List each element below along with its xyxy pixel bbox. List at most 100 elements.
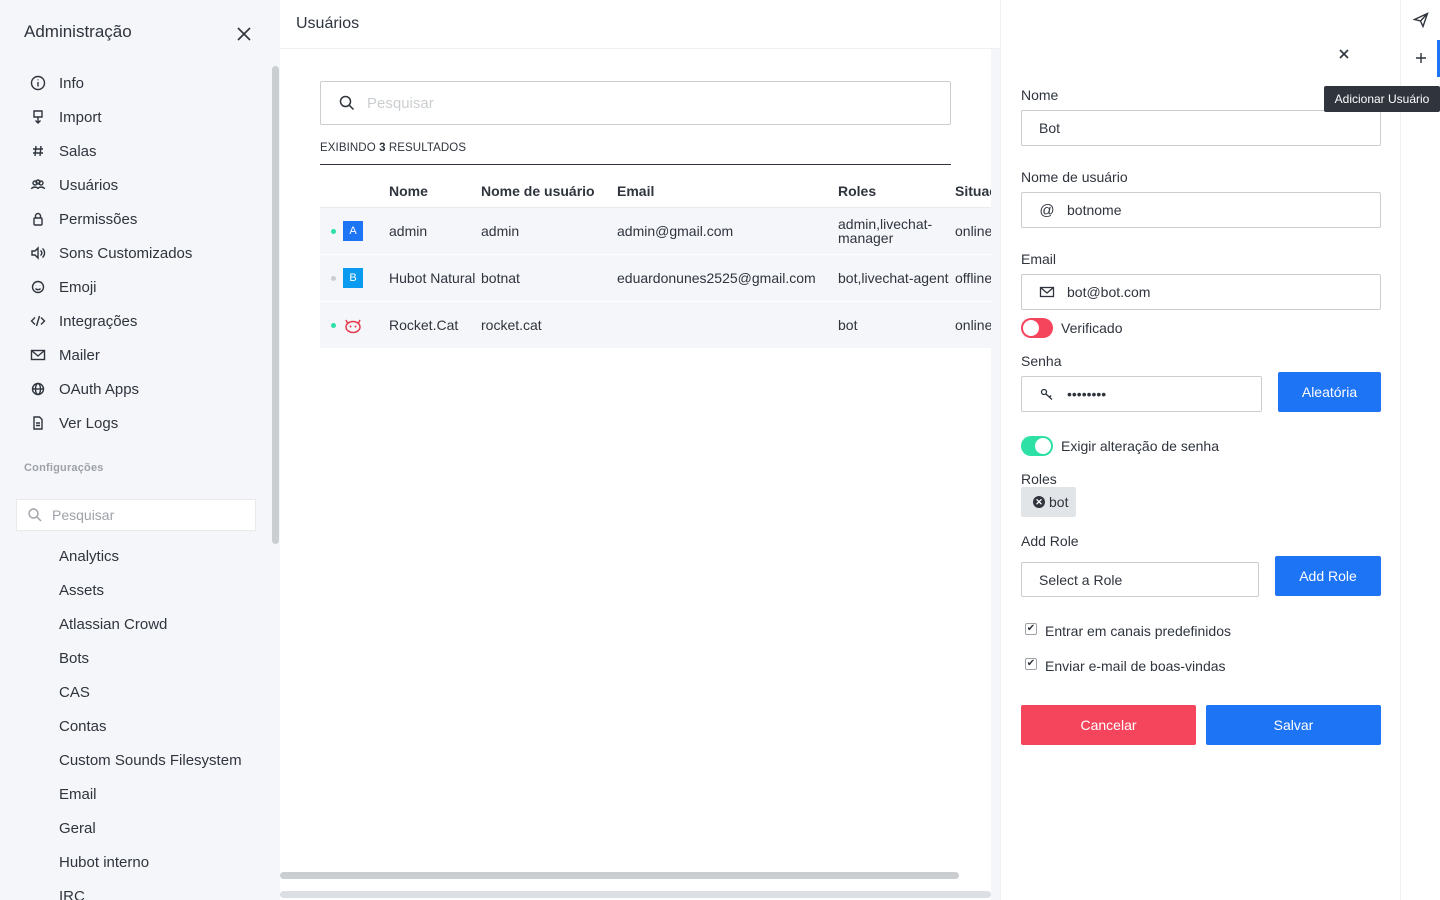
sidebar-item-emoji[interactable]: Emoji bbox=[0, 270, 270, 304]
settings-item[interactable]: Assets bbox=[0, 573, 270, 607]
table-vertical-scrollbar[interactable] bbox=[991, 49, 1000, 900]
sidebar-item-info[interactable]: Info bbox=[0, 66, 270, 100]
settings-item[interactable]: CAS bbox=[0, 675, 270, 709]
cancel-button[interactable]: Cancelar bbox=[1021, 705, 1196, 745]
user-avatar-cell bbox=[320, 315, 389, 335]
sidebar-scrollbar[interactable] bbox=[272, 66, 279, 544]
settings-item[interactable]: Hubot interno bbox=[0, 845, 270, 879]
settings-item[interactable]: Custom Sounds Filesystem bbox=[0, 743, 270, 777]
join-default-channels-checkbox[interactable]: ✔ bbox=[1025, 623, 1037, 635]
column-header[interactable]: Roles bbox=[838, 184, 955, 198]
sidebar-item-label: Usuários bbox=[59, 176, 119, 194]
role-chip[interactable]: ✕ bot bbox=[1021, 487, 1077, 517]
user-name: Hubot Natural bbox=[389, 270, 476, 286]
settings-item[interactable]: Contas bbox=[0, 709, 270, 743]
add-user-tooltip: Adicionar Usuário bbox=[1324, 86, 1440, 112]
sidebar-item-salas[interactable]: Salas bbox=[0, 134, 270, 168]
password-label: Senha bbox=[1021, 353, 1062, 369]
horizontal-scrollbar-track[interactable] bbox=[280, 891, 991, 898]
sidebar-item-label: Integrações bbox=[59, 312, 138, 330]
divider bbox=[320, 164, 951, 165]
avatar: B bbox=[343, 268, 363, 288]
user-username: botnat bbox=[481, 270, 520, 286]
sidebar-item-oauth[interactable]: OAuth Apps bbox=[0, 372, 270, 406]
users-main: Usuários EXIBINDO 3 RESULTADOS Nome Nome… bbox=[280, 0, 1000, 900]
table-row[interactable]: B Hubot Natural botnat eduardonunes2525@… bbox=[320, 255, 991, 302]
settings-item[interactable]: Bots bbox=[0, 641, 270, 675]
info-icon bbox=[28, 73, 48, 93]
settings-search[interactable] bbox=[16, 499, 256, 531]
add-role-label: Add Role bbox=[1021, 533, 1079, 549]
table-row[interactable]: Rocket.Cat rocket.cat bot online bbox=[320, 302, 991, 349]
password-field[interactable]: •••••••• bbox=[1021, 376, 1262, 412]
name-label: Nome bbox=[1021, 87, 1059, 103]
sidebar-item-mailer[interactable]: Mailer bbox=[0, 338, 270, 372]
send-icon[interactable] bbox=[1401, 1, 1440, 39]
require-password-change-toggle[interactable] bbox=[1021, 436, 1053, 456]
user-name: admin bbox=[389, 223, 428, 239]
save-button[interactable]: Salvar bbox=[1206, 705, 1381, 745]
settings-item[interactable]: Atlassian Crowd bbox=[0, 607, 270, 641]
right-toolbar bbox=[1400, 0, 1440, 900]
mail-icon bbox=[28, 345, 48, 365]
email-field[interactable]: bot@bot.com bbox=[1021, 274, 1381, 310]
user-username: rocket.cat bbox=[481, 317, 542, 333]
table-row[interactable]: A admin admin admin@gmail.com admin,live… bbox=[320, 208, 991, 255]
join-default-channels-label: Entrar em canais predefinidos bbox=[1045, 623, 1231, 639]
column-header[interactable]: Nome bbox=[389, 184, 481, 198]
add-user-panel: Nome Bot Nome de usuário @ botnome Email… bbox=[1000, 0, 1400, 900]
sidebar-item-integracoes[interactable]: Integrações bbox=[0, 304, 270, 338]
code-icon bbox=[28, 311, 48, 331]
column-header[interactable]: Nome de usuário bbox=[481, 183, 617, 199]
random-password-button[interactable]: Aleatória bbox=[1278, 372, 1381, 412]
rocket-cat-avatar-icon bbox=[343, 315, 363, 335]
results-suffix: RESULTADOS bbox=[385, 142, 467, 154]
settings-section-title: Configurações bbox=[24, 462, 104, 474]
mail-icon bbox=[1039, 284, 1055, 300]
require-password-change-label: Exigir alteração de senha bbox=[1061, 438, 1219, 454]
settings-item[interactable]: Geral bbox=[0, 811, 270, 845]
sidebar-item-usuarios[interactable]: Usuários bbox=[0, 168, 270, 202]
column-header[interactable]: Email bbox=[617, 183, 838, 199]
settings-item[interactable]: Analytics bbox=[0, 539, 270, 573]
user-email: admin@gmail.com bbox=[617, 223, 734, 239]
password-value: •••••••• bbox=[1067, 386, 1107, 402]
sidebar-item-logs[interactable]: Ver Logs bbox=[0, 406, 270, 440]
admin-sidebar: Administração Info Import Salas Usuários… bbox=[0, 0, 280, 900]
email-value: bot@bot.com bbox=[1067, 284, 1151, 300]
key-icon bbox=[1039, 386, 1055, 402]
remove-icon[interactable]: ✕ bbox=[1033, 496, 1045, 508]
verified-label: Verificado bbox=[1061, 320, 1123, 336]
search-icon bbox=[339, 95, 355, 111]
add-role-button[interactable]: Add Role bbox=[1275, 556, 1381, 596]
username-value: botnome bbox=[1067, 202, 1122, 218]
users-table: Nome Nome de usuário Email Roles Situaçã… bbox=[320, 175, 991, 349]
sidebar-item-sons[interactable]: Sons Customizados bbox=[0, 236, 270, 270]
users-search[interactable] bbox=[320, 81, 951, 125]
users-search-input[interactable] bbox=[367, 94, 927, 112]
horizontal-scrollbar[interactable] bbox=[280, 872, 959, 879]
user-name: Rocket.Cat bbox=[389, 317, 459, 333]
column-header[interactable]: Situação bbox=[955, 183, 991, 199]
settings-search-input[interactable] bbox=[52, 507, 242, 523]
plus-icon[interactable] bbox=[1401, 39, 1440, 77]
emoji-icon bbox=[28, 277, 48, 297]
avatar: A bbox=[343, 221, 363, 241]
user-email: eduardonunes2525@gmail.com bbox=[617, 270, 816, 286]
close-icon[interactable] bbox=[1335, 45, 1353, 63]
role-chip-label: bot bbox=[1049, 494, 1069, 510]
send-welcome-email-checkbox[interactable]: ✔ bbox=[1025, 658, 1037, 670]
name-field[interactable]: Bot bbox=[1021, 110, 1381, 146]
role-select[interactable]: Select a Role bbox=[1021, 562, 1259, 597]
sidebar-item-label: Sons Customizados bbox=[59, 244, 193, 262]
username-label: Nome de usuário bbox=[1021, 169, 1128, 185]
close-icon[interactable] bbox=[234, 24, 254, 44]
sidebar-item-import[interactable]: Import bbox=[0, 100, 270, 134]
verified-toggle[interactable] bbox=[1021, 318, 1053, 338]
settings-item[interactable]: IRC bbox=[0, 879, 270, 900]
settings-item[interactable]: Email bbox=[0, 777, 270, 811]
sidebar-item-permissoes[interactable]: Permissões bbox=[0, 202, 270, 236]
search-icon bbox=[28, 508, 42, 522]
table-header: Nome Nome de usuário Email Roles Situaçã… bbox=[320, 175, 991, 208]
username-field[interactable]: @ botnome bbox=[1021, 192, 1381, 228]
